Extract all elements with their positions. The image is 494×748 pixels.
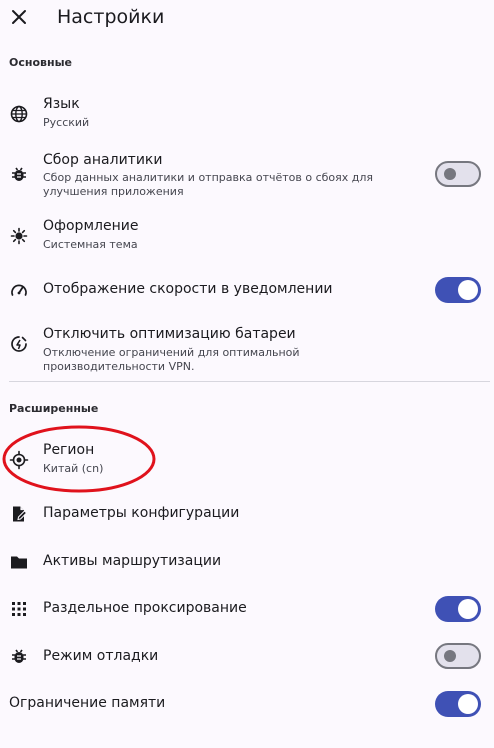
toggle-knob: [458, 599, 478, 619]
setting-routing-assets-label: Активы маршрутизации: [43, 553, 222, 569]
close-button[interactable]: [8, 6, 30, 28]
setting-memory-limit[interactable]: Ограничение памяти: [0, 686, 494, 722]
setting-analytics[interactable]: Сбор аналитики Сбор данных аналитики и о…: [0, 148, 494, 206]
bug-icon: [9, 164, 29, 184]
analytics-toggle[interactable]: [435, 161, 481, 187]
setting-split-proxy-label: Раздельное проксирование: [43, 600, 247, 616]
debug-mode-toggle[interactable]: [435, 643, 481, 669]
setting-config-params-label: Параметры конфигурации: [43, 505, 240, 521]
setting-appearance-value: Системная тема: [43, 238, 138, 251]
setting-language[interactable]: Язык Русский: [0, 92, 494, 140]
toggle-knob: [444, 168, 456, 180]
setting-analytics-label: Сбор аналитики: [43, 152, 163, 168]
setting-speed-notification-label: Отображение скорости в уведомлении: [43, 281, 333, 297]
edit-file-icon: [9, 504, 29, 524]
setting-region-value: Китай (cn): [43, 462, 104, 475]
globe-icon: [9, 104, 29, 124]
setting-appearance[interactable]: Оформление Системная тема: [0, 214, 494, 262]
setting-split-proxy[interactable]: Раздельное проксирование: [0, 591, 494, 627]
bug-icon: [9, 646, 29, 666]
setting-appearance-label: Оформление: [43, 218, 139, 234]
brightness-icon: [9, 226, 29, 246]
folder-icon: [9, 552, 29, 572]
speed-notification-toggle[interactable]: [435, 277, 481, 303]
setting-language-value: Русский: [43, 116, 90, 129]
setting-debug-mode-label: Режим отладки: [43, 648, 159, 664]
speedometer-icon: [9, 280, 29, 300]
apps-grid-icon: [9, 599, 29, 619]
setting-region[interactable]: Регион Китай (cn): [0, 438, 494, 486]
setting-battery-optimization[interactable]: Отключить оптимизацию батареи Отключение…: [0, 322, 494, 373]
setting-routing-assets[interactable]: Активы маршрутизации: [0, 548, 494, 576]
setting-language-label: Язык: [43, 96, 80, 112]
setting-region-label: Регион: [43, 442, 95, 458]
split-proxy-toggle[interactable]: [435, 596, 481, 622]
section-header-advanced: Расширенные: [9, 402, 99, 415]
setting-analytics-description: Сбор данных аналитики и отправка отчётов…: [43, 171, 374, 198]
section-header-basic: Основные: [9, 56, 72, 69]
memory-limit-toggle[interactable]: [435, 691, 481, 717]
toggle-knob: [444, 650, 456, 662]
toggle-knob: [458, 694, 478, 714]
setting-memory-limit-label: Ограничение памяти: [9, 695, 166, 711]
toggle-knob: [458, 280, 478, 300]
setting-battery-label: Отключить оптимизацию батареи: [43, 326, 296, 342]
section-divider: [9, 381, 490, 382]
close-icon: [12, 10, 26, 24]
app-bar: Настройки: [0, 0, 494, 36]
setting-debug-mode[interactable]: Режим отладки: [0, 638, 494, 674]
battery-optimization-icon: [9, 334, 29, 354]
setting-battery-description: Отключение ограничений для оптимальной п…: [43, 346, 300, 373]
setting-speed-notification[interactable]: Отображение скорости в уведомлении: [0, 272, 494, 308]
setting-config-params[interactable]: Параметры конфигурации: [0, 500, 494, 528]
location-target-icon: [9, 450, 29, 470]
page-title: Настройки: [57, 6, 165, 28]
